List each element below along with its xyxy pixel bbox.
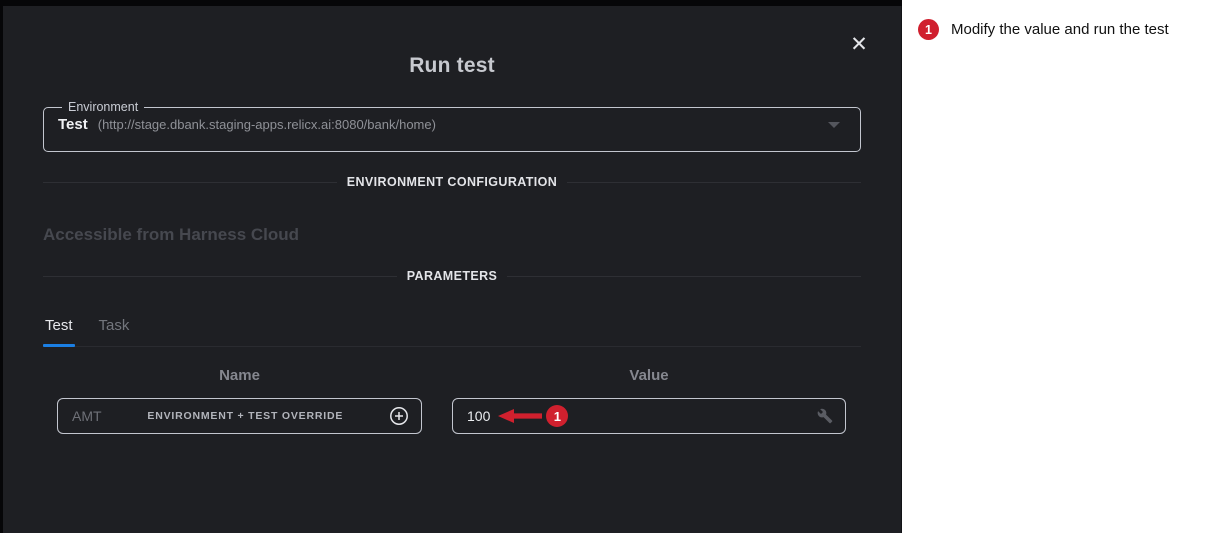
column-header-value: Value	[452, 367, 846, 388]
parameters-table: Name Value AMT ENVIRONMENT + TEST OVERRI…	[57, 367, 861, 434]
add-circle-icon[interactable]	[389, 406, 409, 426]
screenshot-root: ✕ Run test Environment Test (http://stag…	[0, 0, 1222, 533]
harness-cloud-note: Accessible from Harness Cloud	[43, 225, 861, 245]
environment-name: Test	[58, 116, 88, 133]
run-test-modal: ✕ Run test Environment Test (http://stag…	[3, 6, 902, 533]
column-header-name: Name	[57, 367, 422, 388]
modal-title: Run test	[43, 6, 861, 78]
param-value-input[interactable]: 100 1	[452, 398, 846, 434]
override-badge: ENVIRONMENT + TEST OVERRIDE	[102, 410, 389, 422]
param-name-placeholder: AMT	[72, 408, 102, 424]
environment-configuration-divider: ENVIRONMENT CONFIGURATION	[43, 175, 861, 189]
annotation-panel: 1 Modify the value and run the test	[902, 0, 1222, 533]
close-icon[interactable]: ✕	[845, 30, 873, 58]
environment-url: (http://stage.dbank.staging-apps.relicx.…	[98, 117, 436, 132]
chevron-down-icon	[828, 122, 840, 128]
tab-task[interactable]: Task	[97, 311, 132, 346]
param-value-text: 100	[467, 408, 490, 424]
annotation-step-badge: 1	[918, 19, 939, 40]
environment-select-label: Environment	[62, 100, 144, 114]
environment-selected-option[interactable]: Test (http://stage.dbank.staging-apps.re…	[58, 116, 846, 133]
wrench-icon[interactable]	[817, 408, 833, 424]
annotation-instruction: Modify the value and run the test	[951, 21, 1169, 38]
annotation-step-badge: 1	[546, 405, 568, 427]
annotation-arrow-icon	[498, 409, 542, 423]
parameters-tabs: Test Task	[43, 311, 861, 347]
parameters-divider: PARAMETERS	[43, 269, 861, 283]
tab-test[interactable]: Test	[43, 311, 75, 346]
environment-select[interactable]: Environment Test (http://stage.dbank.sta…	[43, 100, 861, 152]
annotation-note: 1 Modify the value and run the test	[902, 0, 1222, 40]
run-test-modal-content: ✕ Run test Environment Test (http://stag…	[3, 6, 901, 533]
param-name-input[interactable]: AMT ENVIRONMENT + TEST OVERRIDE	[57, 398, 422, 434]
